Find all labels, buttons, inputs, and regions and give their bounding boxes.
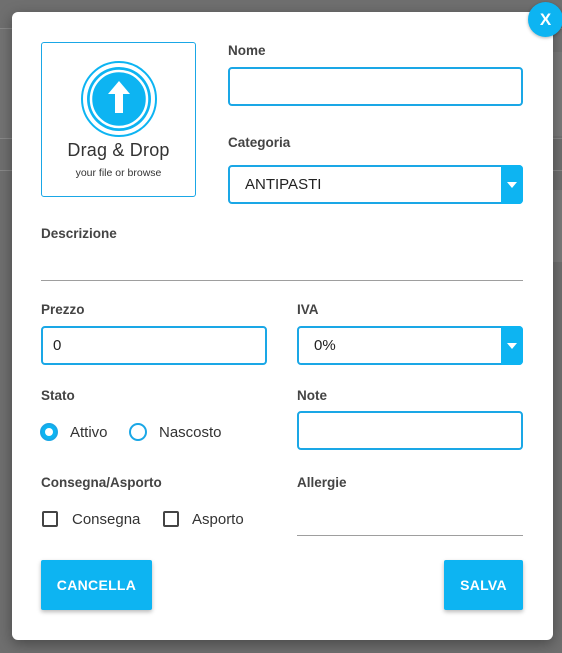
asporto-checkbox-label: Asporto — [192, 511, 244, 528]
consegna-asporto-label: Consegna/Asporto — [41, 475, 162, 490]
note-label: Note — [297, 388, 327, 403]
allergie-label: Allergie — [297, 475, 347, 490]
iva-label: IVA — [297, 302, 319, 317]
categoria-label: Categoria — [228, 135, 291, 150]
descrizione-field[interactable] — [41, 280, 523, 281]
consegna-checkbox[interactable] — [42, 511, 58, 527]
prezzo-field[interactable]: 0 — [41, 326, 267, 365]
asporto-checkbox[interactable] — [163, 511, 179, 527]
dropzone-title: Drag & Drop — [67, 140, 170, 160]
upload-arrow-icon — [81, 61, 157, 137]
dropzone-subtitle: your file or browse — [75, 167, 162, 179]
consegna-checkbox-label: Consegna — [72, 511, 141, 528]
descrizione-label: Descrizione — [41, 226, 117, 241]
stato-attivo-radio[interactable] — [40, 423, 58, 441]
background-card-edge — [552, 52, 562, 136]
stato-attivo-label: Attivo — [70, 424, 108, 441]
cancel-button[interactable]: CANCELLA — [41, 560, 152, 610]
background-card-edge — [552, 190, 562, 262]
allergie-field[interactable] — [297, 535, 523, 536]
save-button[interactable]: SALVA — [444, 560, 523, 610]
iva-selected-value: 0% — [314, 337, 336, 354]
note-field[interactable] — [297, 411, 523, 450]
chevron-down-icon[interactable] — [501, 326, 523, 365]
stato-label: Stato — [41, 388, 75, 403]
prezzo-label: Prezzo — [41, 302, 85, 317]
file-dropzone[interactable]: Drag & Drop your file or browse — [41, 42, 196, 197]
nome-label: Nome — [228, 43, 266, 58]
chevron-down-icon[interactable] — [501, 165, 523, 204]
nome-field[interactable] — [228, 67, 523, 106]
close-button[interactable]: X — [528, 2, 562, 37]
iva-select[interactable]: 0% — [297, 326, 523, 365]
categoria-select[interactable]: ANTIPASTI — [228, 165, 523, 204]
categoria-selected-value: ANTIPASTI — [245, 176, 322, 193]
stato-nascosto-radio[interactable] — [129, 423, 147, 441]
stato-nascosto-label: Nascosto — [159, 424, 222, 441]
